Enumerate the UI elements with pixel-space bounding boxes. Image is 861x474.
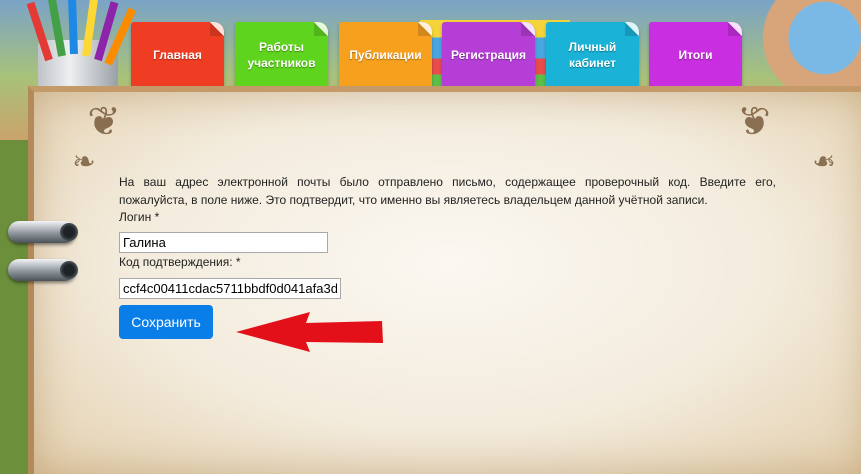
binder-ring-icon: [8, 259, 78, 281]
tab-results[interactable]: Итоги: [649, 22, 742, 88]
binder-ring-icon: [8, 221, 78, 243]
save-button[interactable]: Сохранить: [119, 305, 213, 339]
confirmation-form: На ваш адрес электронной почты было отпр…: [119, 174, 776, 299]
login-input[interactable]: [119, 231, 328, 253]
tab-registration[interactable]: Регистрация: [442, 22, 535, 88]
tab-personal-account[interactable]: Личный кабинет: [546, 22, 639, 88]
corner-flourish-icon: ❧: [72, 145, 96, 178]
tab-publications[interactable]: Публикации: [339, 22, 432, 88]
corner-flourish-icon: ❦: [737, 99, 771, 145]
tab-home[interactable]: Главная: [131, 22, 224, 88]
code-label: Код подтверждения: *: [119, 254, 241, 269]
red-left-arrow-icon: [236, 312, 383, 352]
corner-flourish-icon: ❧: [812, 145, 836, 178]
tab-participant-works[interactable]: Работы участников: [235, 22, 328, 88]
login-label: Логин *: [119, 210, 160, 224]
confirmation-code-input[interactable]: [119, 278, 341, 299]
student-image: [740, 0, 861, 95]
confirmation-message: На ваш адрес электронной почты было отпр…: [119, 175, 776, 207]
